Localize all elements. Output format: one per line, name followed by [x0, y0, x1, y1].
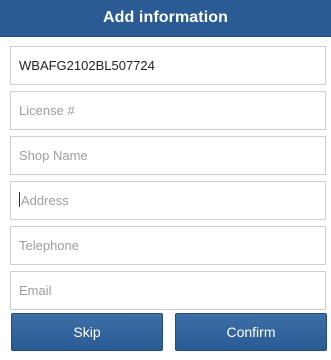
- address-field[interactable]: Address: [10, 181, 326, 220]
- dialog-header: Add information: [0, 0, 331, 37]
- license-field[interactable]: License #: [10, 91, 326, 130]
- button-bar: Skip Confirm: [11, 313, 327, 351]
- telephone-placeholder: Telephone: [19, 238, 79, 253]
- dialog-title: Add information: [102, 9, 229, 26]
- email-field[interactable]: Email: [10, 271, 326, 310]
- license-placeholder: License #: [19, 103, 75, 118]
- skip-button[interactable]: Skip: [11, 313, 163, 351]
- form-fields: WBAFG2102BL507724 License # Shop Name Ad…: [10, 46, 326, 316]
- shop-name-field[interactable]: Shop Name: [10, 136, 326, 175]
- shop-name-placeholder: Shop Name: [19, 148, 88, 163]
- vin-field[interactable]: WBAFG2102BL507724: [10, 46, 326, 85]
- skip-button-label: Skip: [73, 324, 101, 340]
- telephone-field[interactable]: Telephone: [10, 226, 326, 265]
- address-placeholder: Address: [21, 193, 69, 208]
- vin-value: WBAFG2102BL507724: [19, 58, 155, 73]
- text-cursor: [19, 192, 20, 207]
- confirm-button-label: Confirm: [226, 324, 276, 340]
- add-information-dialog: Add information WBAFG2102BL507724 Licens…: [0, 0, 331, 360]
- confirm-button[interactable]: Confirm: [175, 313, 327, 351]
- email-placeholder: Email: [19, 283, 52, 298]
